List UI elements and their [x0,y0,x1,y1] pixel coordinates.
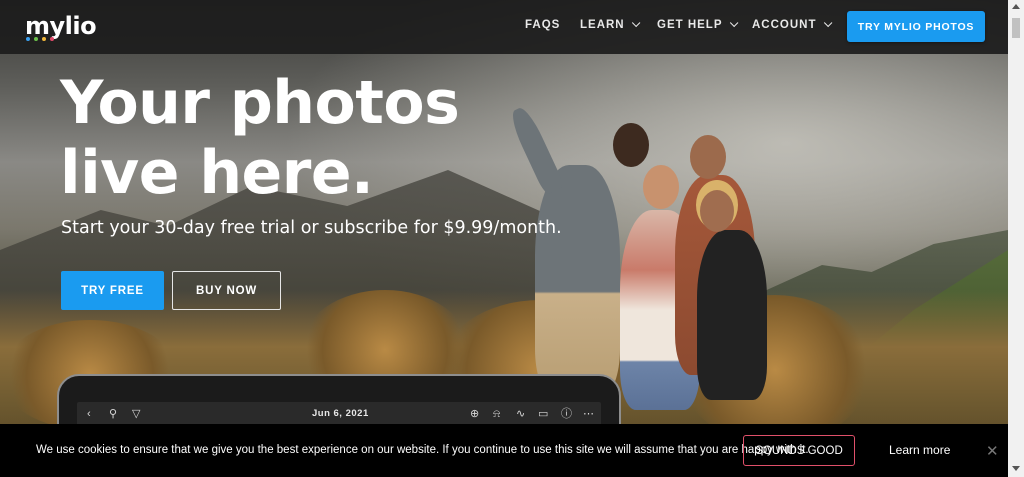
logo-dot [26,37,30,41]
filter-icon: ▽ [132,408,141,420]
cookie-message: We use cookies to ensure that we give yo… [36,444,809,456]
nav-faqs-label: FAQS [525,19,561,31]
hero-headline-line-2: live here. [60,138,374,208]
hero-subtitle: Start your 30-day free trial or subscrib… [61,218,562,238]
bell-icon: ⍾ [493,408,501,420]
scroll-up-arrow-icon[interactable] [1012,4,1020,9]
person-3-head [690,135,726,179]
cookie-banner: We use cookies to ensure that we give yo… [0,424,1008,477]
close-icon[interactable]: ✕ [986,442,999,460]
nav-get-help[interactable]: GET HELP [657,18,738,31]
try-free-button[interactable]: TRY FREE [61,271,164,310]
nav-get-help-label: GET HELP [657,19,723,31]
logo-dot [34,37,38,41]
logo-dot [50,37,54,41]
hero-headline-line-1: Your photos [60,68,460,138]
scrollbar[interactable] [1008,0,1024,477]
nav-learn-label: LEARN [580,19,625,31]
logo-dots [26,37,54,41]
more-icon: ⋯ [583,408,594,420]
nav-learn[interactable]: LEARN [580,18,640,31]
person-1 [535,165,620,395]
person-2-head [643,165,679,209]
buy-now-button[interactable]: BUY NOW [172,271,281,310]
activity-icon: ∿ [516,408,526,420]
logo-dot [42,37,46,41]
chevron-down-icon [823,18,832,28]
person-4 [697,230,767,400]
app-toolbar: ‹ ⚲ ▽ Jun 6, 2021 ⊕ ⍾ ∿ ▭ ⓘ ⋯ [77,402,601,426]
person-4-head [700,190,734,232]
nav-faqs[interactable]: FAQS [525,19,560,31]
back-icon: ‹ [87,408,91,420]
help-icon: ⓘ [561,408,572,420]
search-icon: ⚲ [109,408,118,420]
sounds-good-button[interactable]: SOUNDS GOOD [743,435,855,466]
try-mylio-photos-button[interactable]: TRY MYLIO PHOTOS [847,11,985,42]
scroll-down-arrow-icon[interactable] [1012,466,1020,471]
hero-headline: Your photos live here. [60,68,520,208]
devices-icon: ▭ [538,408,549,420]
date-label: Jun 6, 2021 [312,408,369,419]
chevron-down-icon [729,18,738,28]
top-navigation: mylio FAQS LEARN GET HELP ACCOUNT TRY MY… [0,0,1008,54]
mylio-logo[interactable]: mylio [25,12,97,40]
nav-account[interactable]: ACCOUNT [752,18,832,31]
nav-account-label: ACCOUNT [752,19,817,31]
scrollbar-thumb[interactable] [1012,18,1020,38]
add-icon: ⊕ [470,408,480,420]
chevron-down-icon [631,18,640,28]
page: mylio FAQS LEARN GET HELP ACCOUNT TRY MY… [0,0,1008,477]
learn-more-link[interactable]: Learn more [889,443,950,457]
person-1-head [613,123,649,167]
